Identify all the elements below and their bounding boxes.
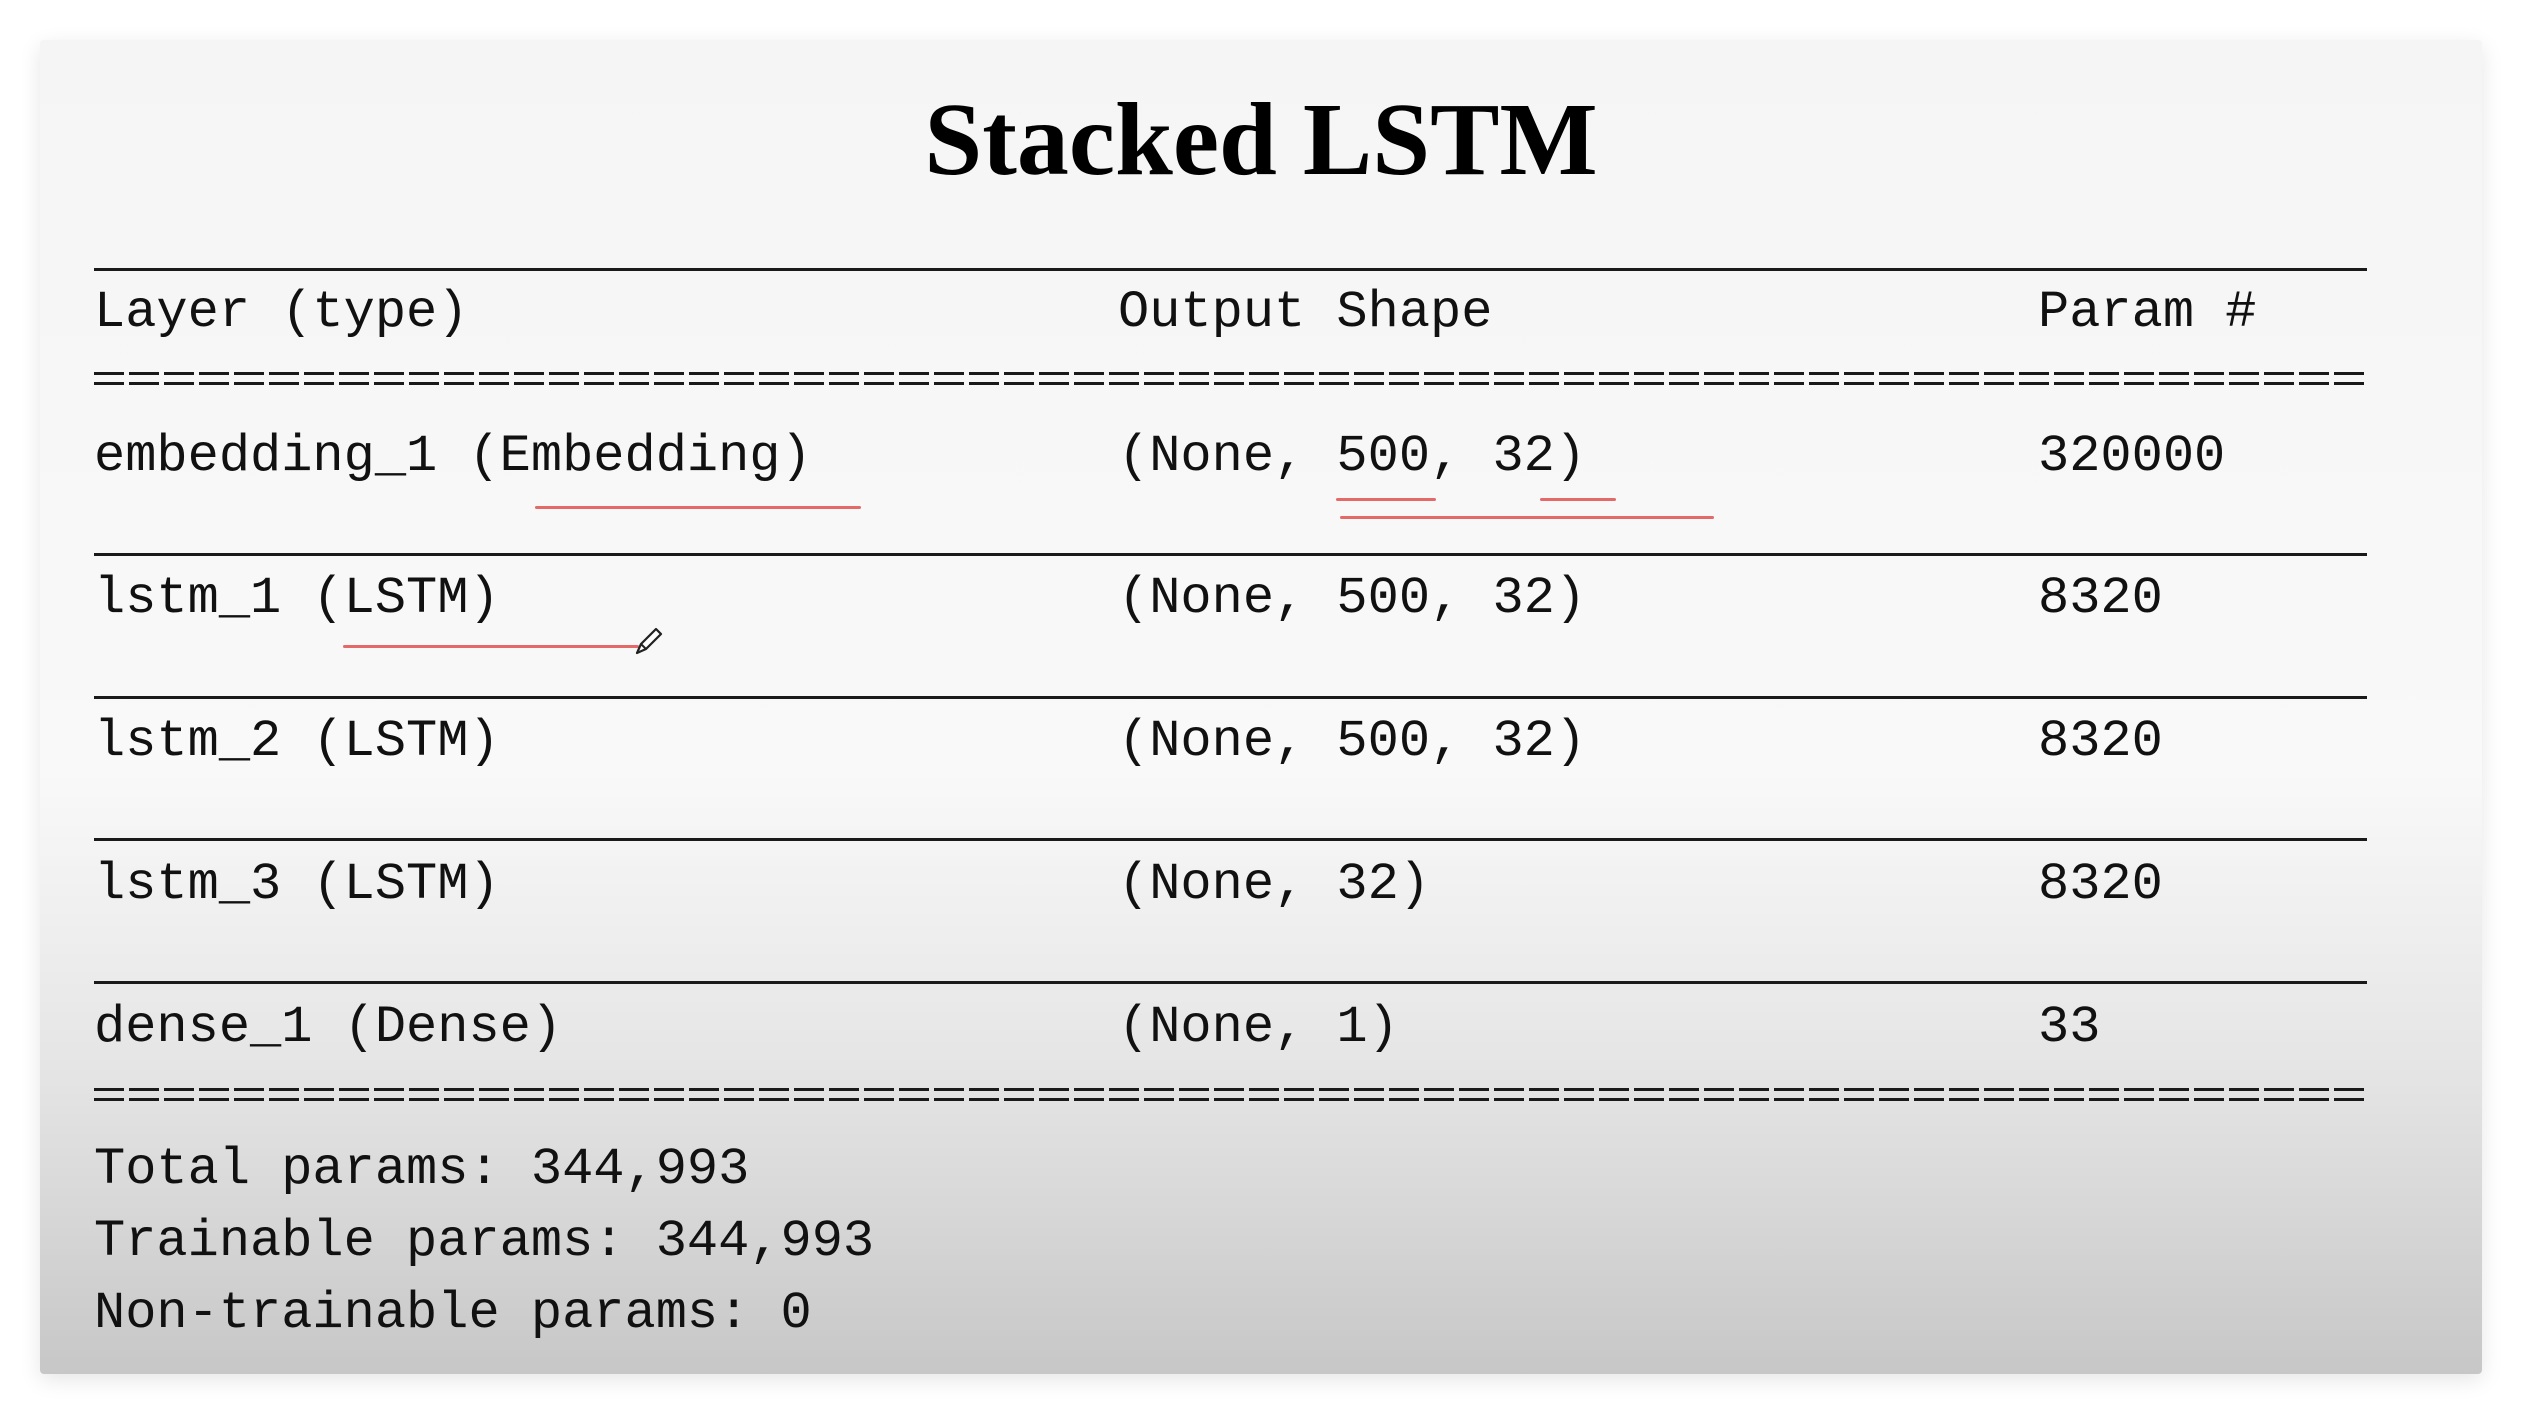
- row-param-count: 33: [2038, 998, 2101, 1057]
- row-layer-name: lstm_1 (LSTM): [94, 569, 500, 628]
- row-param-count: 8320: [2038, 569, 2163, 628]
- total-params: Total params: 344,993: [94, 1140, 750, 1199]
- non-trainable-params: Non-trainable params: 0: [94, 1284, 812, 1343]
- annotation-underline: [1336, 498, 1436, 501]
- row-param-count: 8320: [2038, 712, 2163, 771]
- row-layer-name: embedding_1 (Embedding): [94, 427, 812, 486]
- row-output-shape: (None, 500, 32): [1118, 427, 1587, 486]
- page-title: Stacked LSTM: [924, 82, 1598, 197]
- row-divider: [94, 838, 2367, 841]
- header-layer: Layer (type): [94, 283, 469, 342]
- row-layer-name: lstm_3 (LSTM): [94, 855, 500, 914]
- row-param-count: 8320: [2038, 855, 2163, 914]
- row-param-count: 320000: [2038, 427, 2226, 486]
- row-divider: [94, 553, 2367, 556]
- annotation-underline: [1540, 498, 1616, 501]
- annotation-underline: [1340, 516, 1714, 519]
- annotation-underline: [535, 506, 861, 509]
- row-layer-name: lstm_2 (LSTM): [94, 712, 500, 771]
- row-output-shape: (None, 32): [1118, 855, 1431, 914]
- row-divider: [94, 981, 2367, 984]
- row-output-shape: (None, 500, 32): [1118, 569, 1587, 628]
- row-divider: [94, 696, 2367, 699]
- header-output-shape: Output Shape: [1118, 283, 1493, 342]
- row-output-shape: (None, 500, 32): [1118, 712, 1587, 771]
- header-double-rule: [94, 370, 2367, 388]
- pencil-icon: [635, 627, 663, 655]
- annotation-underline: [343, 645, 639, 648]
- slide: Stacked LSTM Layer (type) Output Shape P…: [40, 40, 2482, 1374]
- footer-double-rule: [94, 1086, 2367, 1104]
- row-output-shape: (None, 1): [1118, 998, 1399, 1057]
- trainable-params: Trainable params: 344,993: [94, 1212, 875, 1271]
- header-param-count: Param #: [2038, 283, 2257, 342]
- table-top-rule: [94, 268, 2367, 271]
- row-layer-name: dense_1 (Dense): [94, 998, 563, 1057]
